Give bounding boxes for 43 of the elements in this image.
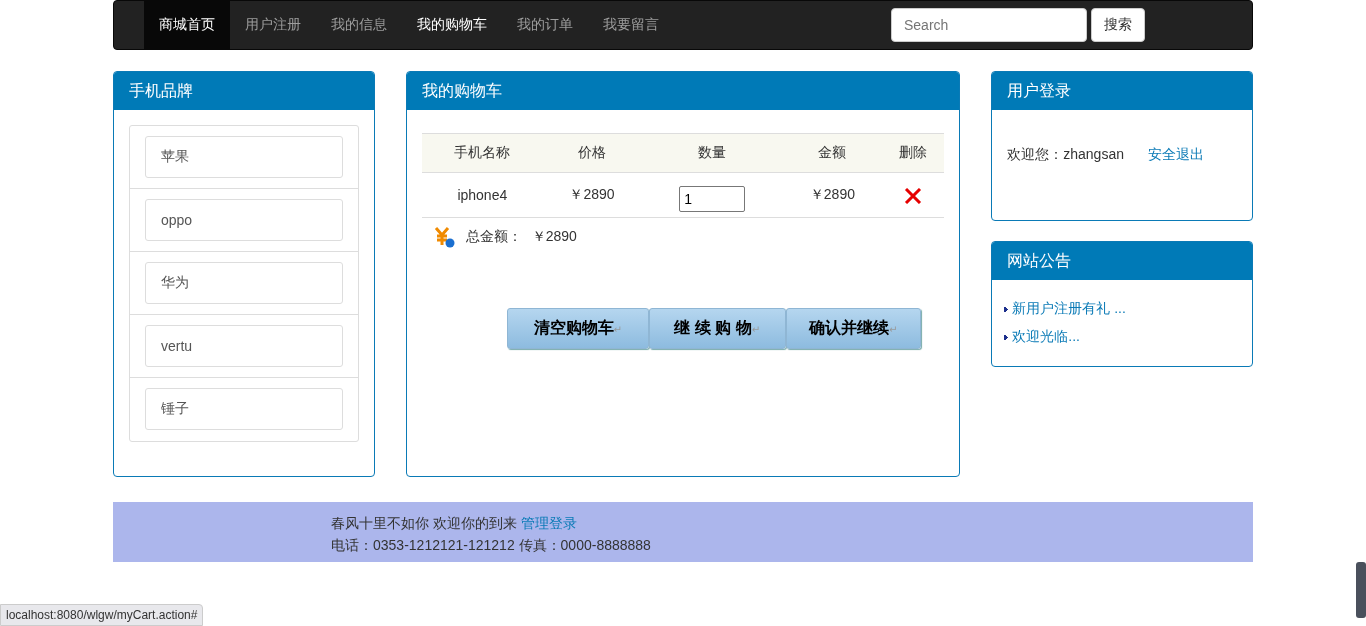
- search-field[interactable]: Search: [891, 8, 1087, 42]
- panel-title: 手机品牌: [114, 72, 374, 110]
- total-label: 总金额：: [465, 228, 522, 246]
- nav-link[interactable]: 我要留言: [588, 1, 674, 49]
- notice-link[interactable]: 新用户注册有礼 ...: [1012, 300, 1126, 318]
- brand-item[interactable]: 华为: [145, 262, 343, 304]
- quantity-field[interactable]: 1: [679, 186, 746, 212]
- table-cell: iphone4: [457, 187, 508, 203]
- footer-text: 春风十里不如你 欢迎你的到来: [331, 515, 517, 531]
- money-icon: [433, 226, 456, 248]
- contact-text: 电话：0353-1212121-121212 传真：0000-8888888: [331, 537, 651, 553]
- logout-link[interactable]: 安全退出: [1147, 146, 1204, 164]
- column-header: 手机名称: [454, 144, 511, 160]
- nav-link[interactable]: 用户注册: [230, 1, 316, 49]
- cart-button[interactable]: 继 续 购 物↵: [648, 308, 786, 349]
- table-cell: ￥2890: [569, 186, 615, 202]
- panel-title: 用户登录: [992, 72, 1252, 110]
- bullet-icon: [1004, 306, 1009, 312]
- nav-link[interactable]: 我的购物车: [402, 1, 502, 49]
- search-button[interactable]: 搜索: [1091, 8, 1145, 42]
- delete-icon[interactable]: [903, 187, 922, 204]
- panel-title: 我的购物车: [406, 72, 960, 110]
- column-header: 价格: [578, 144, 607, 160]
- brand-item[interactable]: 锤子: [145, 388, 343, 430]
- brand-item[interactable]: oppo: [145, 199, 343, 241]
- nav-link[interactable]: 我的订单: [502, 1, 588, 49]
- total-amount: ￥2890: [531, 228, 577, 246]
- nav-link[interactable]: 商城首页: [144, 1, 230, 49]
- column-header: 删除: [898, 144, 927, 160]
- cart-button[interactable]: 确认并继续↵: [785, 308, 921, 349]
- column-header: 数量: [698, 144, 727, 160]
- status-bar-url: localhost:8080/wlgw/myCart.action#: [0, 604, 204, 626]
- nav-link[interactable]: 我的信息: [316, 1, 402, 49]
- table-cell: ￥2890: [809, 186, 855, 202]
- brand-item[interactable]: vertu: [145, 325, 343, 367]
- cart-button[interactable]: 清空购物车↵: [506, 308, 649, 349]
- side-widget-icon: [1356, 562, 1366, 618]
- column-header: 金额: [818, 144, 847, 160]
- bullet-icon: [1004, 334, 1009, 340]
- welcome-text: 欢迎您：zhangsan: [1007, 146, 1124, 164]
- brand-item[interactable]: 苹果: [145, 136, 343, 178]
- panel-title: 网站公告: [992, 242, 1252, 280]
- notice-link[interactable]: 欢迎光临...: [1012, 328, 1080, 346]
